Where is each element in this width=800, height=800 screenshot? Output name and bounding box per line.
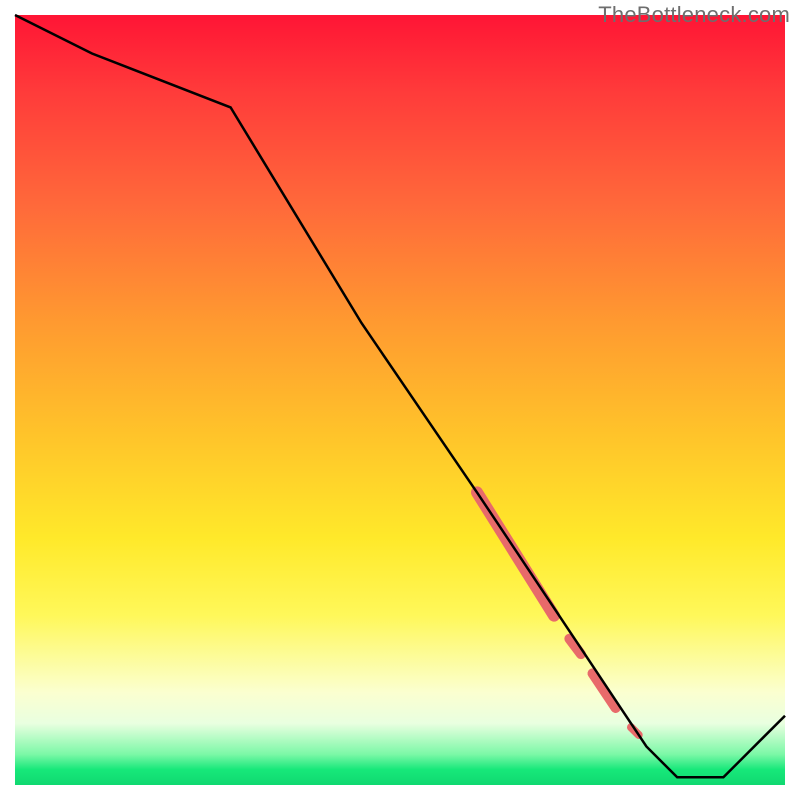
bottleneck-curve	[15, 15, 785, 777]
watermark-text: TheBottleneck.com	[598, 2, 790, 28]
highlight-segment	[593, 673, 616, 708]
chart-container: TheBottleneck.com	[0, 0, 800, 800]
chart-svg	[15, 15, 785, 785]
